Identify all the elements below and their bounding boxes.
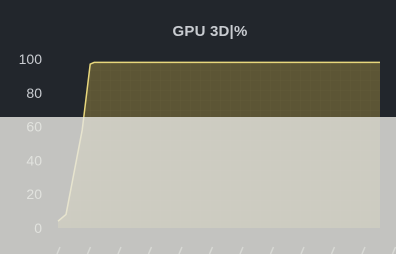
gpu-usage-panel: GPU 3D|% 020406080100 (0, 0, 396, 254)
gpu-usage-chart: 020406080100 (0, 51, 396, 254)
overlay-dim (0, 117, 396, 254)
y-tick-label: 80 (26, 85, 42, 101)
y-tick-label: 100 (19, 51, 43, 67)
